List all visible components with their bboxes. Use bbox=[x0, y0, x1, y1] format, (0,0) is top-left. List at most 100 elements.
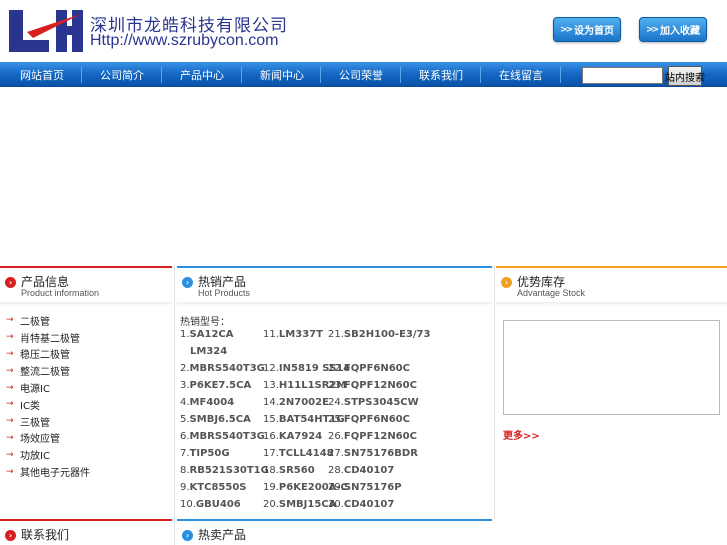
hot-model-name: LM324 bbox=[190, 346, 228, 357]
hot-model-number: 11. bbox=[263, 329, 279, 340]
double-chevron-right-icon: >> bbox=[645, 24, 659, 35]
hot-model-link[interactable]: 25.FQPF6N60C bbox=[328, 414, 410, 425]
hot-model-link[interactable]: 8.RB521S30T1G bbox=[180, 465, 269, 476]
panel-shade bbox=[496, 302, 727, 306]
arrow-right-icon: → bbox=[6, 432, 14, 443]
list-item[interactable]: → 二极管 bbox=[6, 312, 172, 329]
nav-item-contact[interactable]: 联系我们 bbox=[401, 62, 481, 87]
arrow-right-icon: → bbox=[6, 365, 14, 376]
hot-model-row: 7.TIP50G 17.TCLL4148 27.SN75176BDR bbox=[180, 446, 492, 463]
main-nav: 网站首页 公司简介 产品中心 新闻中心 公司荣誉 联系我们 在线留言 站内搜索 bbox=[0, 62, 727, 87]
panel-accent-bar bbox=[177, 519, 492, 521]
hot-model-number: 14. bbox=[263, 397, 279, 408]
hot-model-number: 23. bbox=[328, 380, 344, 391]
hot-model-link[interactable]: 11.LM337T bbox=[263, 329, 323, 340]
arrow-right-icon: → bbox=[6, 416, 14, 427]
hot-model-number: 16. bbox=[263, 431, 279, 442]
hot-model-number: 26. bbox=[328, 431, 344, 442]
list-item[interactable]: → 其他电子元器件 bbox=[6, 463, 172, 480]
hot-model-row: 2.MBRS540T3G 12.IN5819 SS14 22.FQPF6N60C bbox=[180, 361, 492, 378]
hot-products-panel-header: › 热销产品 Hot Products bbox=[177, 266, 492, 306]
hot-model-link[interactable]: 3.P6KE7.5CA bbox=[180, 380, 251, 391]
hot-model-number: 27. bbox=[328, 448, 344, 459]
hot-model-link[interactable]: 23.FQPF12N60C bbox=[328, 380, 417, 391]
list-item[interactable]: → 电源IC bbox=[6, 379, 172, 396]
banner-area bbox=[0, 87, 727, 265]
hot-model-link[interactable]: 21.SB2H100-E3/73 bbox=[328, 329, 430, 340]
hot-model-link[interactable]: 24.STPS3045CW bbox=[328, 397, 419, 408]
hot-model-link[interactable]: 22.FQPF6N60C bbox=[328, 363, 410, 374]
list-item[interactable]: → 稳压二极管 bbox=[6, 346, 172, 363]
list-item[interactable]: → 肖特基二极管 bbox=[6, 329, 172, 346]
set-home-button[interactable]: >> 设为首页 bbox=[553, 17, 621, 42]
list-item[interactable]: → 场效应管 bbox=[6, 430, 172, 447]
hot-model-name: FQPF6N60C bbox=[343, 363, 410, 374]
arrow-circle-icon: › bbox=[5, 277, 16, 288]
arrow-circle-icon: › bbox=[501, 277, 512, 288]
panel-accent-bar bbox=[496, 266, 727, 268]
hot-model-number: 8. bbox=[180, 465, 190, 476]
advantage-stock-panel-header: › 优势库存 Advantage Stock bbox=[496, 266, 727, 306]
hot-model-link[interactable]: 28.CD40107 bbox=[328, 465, 394, 476]
panel-subtitle: Hot Products bbox=[198, 288, 251, 298]
hot-model-number: 13. bbox=[263, 380, 279, 391]
hot-model-number: 17. bbox=[263, 448, 279, 459]
nav-item-message[interactable]: 在线留言 bbox=[481, 62, 561, 87]
hot-model-link[interactable]: 5.SMBJ6.5CA bbox=[180, 414, 251, 425]
hot-model-link[interactable]: 1.SA12CA bbox=[180, 329, 233, 340]
search-button[interactable]: 站内搜索 bbox=[665, 66, 705, 86]
hot-model-link[interactable]: 27.SN75176BDR bbox=[328, 448, 418, 459]
hot-model-link[interactable]: 7.TIP50G bbox=[180, 448, 230, 459]
hot-model-link[interactable]: 20.SMBJ15CA bbox=[263, 499, 336, 510]
list-item[interactable]: → IC类 bbox=[6, 396, 172, 413]
more-link[interactable]: 更多>> bbox=[503, 427, 540, 442]
hot-model-name: GBU406 bbox=[195, 499, 241, 510]
hot-model-row: LM324 bbox=[180, 344, 492, 361]
nav-item-products[interactable]: 产品中心 bbox=[162, 62, 242, 87]
hot-model-name: STPS3045CW bbox=[343, 397, 419, 408]
arrow-circle-icon: › bbox=[182, 277, 193, 288]
list-item-label: 肖特基二极管 bbox=[20, 333, 80, 345]
hot-model-name: MF4004 bbox=[189, 397, 235, 408]
hot-model-link[interactable]: 4.MF4004 bbox=[180, 397, 234, 408]
hot-model-link[interactable]: 26.FQPF12N60C bbox=[328, 431, 417, 442]
hot-model-row: 3.P6KE7.5CA 13.H11L1SR2M 23.FQPF12N60C bbox=[180, 378, 492, 395]
company-logo[interactable]: 深圳市龙皓科技有限公司 Http://www.szrubycon.com bbox=[9, 10, 298, 52]
hot-model-link[interactable]: 16.KA7924 bbox=[263, 431, 322, 442]
company-url: Http://www.szrubycon.com bbox=[90, 32, 279, 49]
hot-model-name: 2N7002E bbox=[278, 397, 329, 408]
add-favorite-label: 加入收藏 bbox=[660, 26, 701, 37]
hot-model-name: KTC8550S bbox=[189, 482, 247, 493]
hot-model-link[interactable]: 14.2N7002E bbox=[263, 397, 329, 408]
nav-item-news[interactable]: 新闻中心 bbox=[242, 62, 322, 87]
list-item[interactable]: → 整流二极管 bbox=[6, 362, 172, 379]
hot-model-link[interactable]: 29.SN75176P bbox=[328, 482, 402, 493]
add-favorite-button[interactable]: >> 加入收藏 bbox=[639, 17, 707, 42]
list-item[interactable]: → 功放IC bbox=[6, 446, 172, 463]
hot-model-number: 6. bbox=[180, 431, 190, 442]
hot-model-row: 4.MF4004 14.2N7002E 24.STPS3045CW bbox=[180, 395, 492, 412]
nav-item-honors[interactable]: 公司荣誉 bbox=[321, 62, 401, 87]
hot-model-link[interactable]: LM324 bbox=[190, 346, 227, 357]
hot-model-link[interactable]: 2.MBRS540T3G bbox=[180, 363, 265, 374]
nav-item-home[interactable]: 网站首页 bbox=[2, 62, 82, 87]
hot-model-name: SN75176BDR bbox=[343, 448, 418, 459]
search-input[interactable] bbox=[582, 67, 663, 84]
hot-model-link[interactable]: 17.TCLL4148 bbox=[263, 448, 334, 459]
list-item[interactable]: → 三极管 bbox=[6, 413, 172, 430]
hot-model-number: 7. bbox=[180, 448, 190, 459]
hot-model-number: 29. bbox=[328, 482, 344, 493]
contact-panel-header: › 联系我们 bbox=[0, 519, 172, 545]
hot-model-name: SA12CA bbox=[189, 329, 234, 340]
hot-model-link[interactable]: 6.MBRS540T3G bbox=[180, 431, 265, 442]
hot-model-link[interactable]: 30.CD40107 bbox=[328, 499, 394, 510]
arrow-right-icon: → bbox=[6, 399, 14, 410]
hot-model-number: 18. bbox=[263, 465, 279, 476]
nav-item-about[interactable]: 公司简介 bbox=[82, 62, 162, 87]
hot-model-link[interactable]: 9.KTC8550S bbox=[180, 482, 247, 493]
hot-model-link[interactable]: 18.SR560 bbox=[263, 465, 315, 476]
hot-model-number: 21. bbox=[328, 329, 344, 340]
hot-model-name: FQPF12N60C bbox=[343, 380, 417, 391]
panel-accent-bar bbox=[0, 519, 172, 521]
hot-model-link[interactable]: 10.GBU406 bbox=[180, 499, 241, 510]
